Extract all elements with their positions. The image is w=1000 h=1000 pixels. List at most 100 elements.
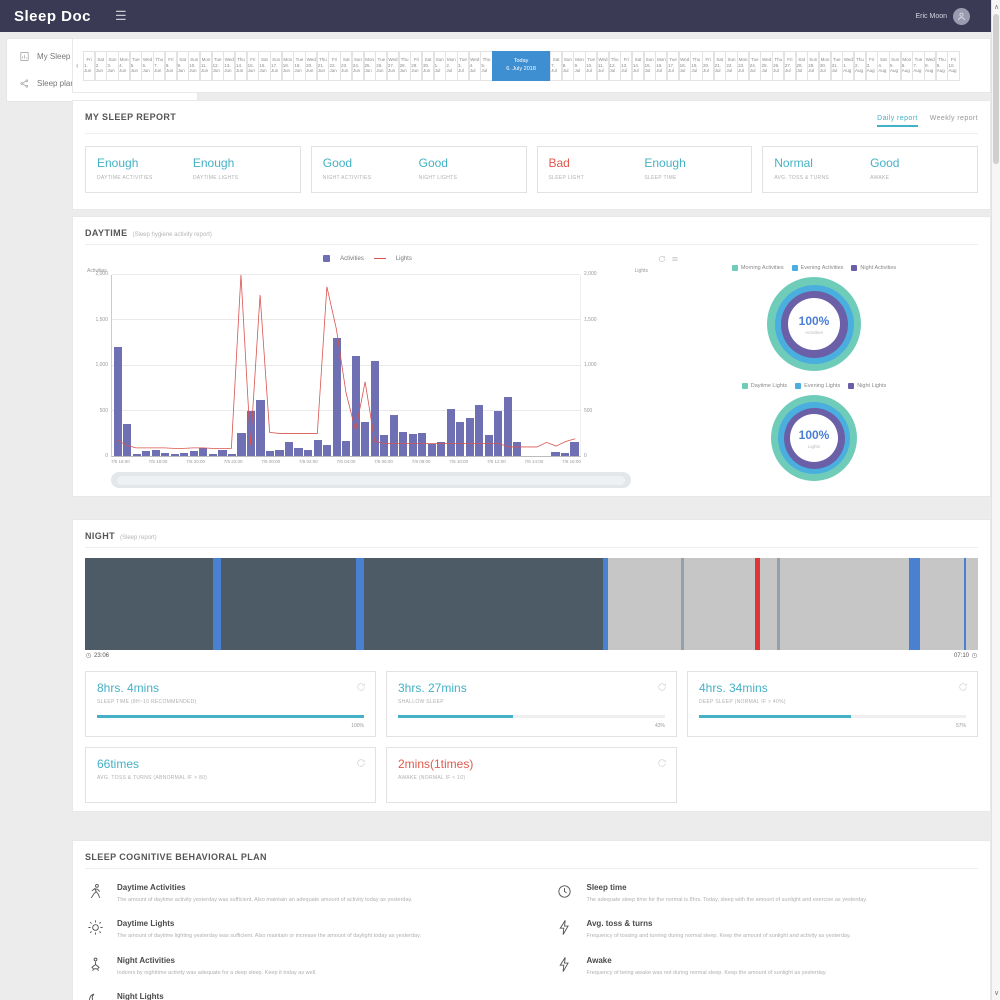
stat-card: 4hrs. 34mins DEEP SLEEP (NORMAL IF > 40%… bbox=[687, 671, 978, 737]
date-cell[interactable]: Mon 11. Jun bbox=[200, 51, 212, 81]
stat-label: SHALLOW SLEEP bbox=[398, 699, 665, 705]
date-cell[interactable]: Tue 24. Jul bbox=[749, 51, 761, 81]
date-cell[interactable]: Sat 14. Jul bbox=[632, 51, 644, 81]
app-logo[interactable]: Sleep Doc bbox=[14, 8, 91, 25]
plan-item-desc: The adequate sleep time for the normal i… bbox=[587, 896, 868, 904]
date-cell[interactable]: Wed 4. Jul bbox=[469, 51, 481, 81]
date-cell[interactable]: Fri 3. Aug bbox=[866, 51, 878, 81]
report-tab[interactable]: Daily report bbox=[877, 115, 918, 127]
date-cell[interactable]: Thu 5. Jul bbox=[480, 51, 492, 81]
date-cell[interactable]: Sat 28. Jul bbox=[796, 51, 808, 81]
date-cell[interactable]: Fri 29. Jun bbox=[410, 51, 422, 81]
date-cell[interactable]: Tue 26. Jun bbox=[375, 51, 387, 81]
refresh-icon[interactable] bbox=[958, 679, 968, 697]
scrollbar-thumb[interactable] bbox=[993, 14, 999, 164]
donut-center-sub: Activities bbox=[805, 330, 823, 335]
date-cell[interactable]: Wed 18. Jul bbox=[679, 51, 691, 81]
date-cell[interactable]: Wed 6. Jun bbox=[141, 51, 153, 81]
x-tick-label: 7/5 22:00 bbox=[224, 459, 243, 464]
date-cell[interactable]: Thu 12. Jul bbox=[609, 51, 621, 81]
date-cell-today[interactable]: Today 6. July 2018 bbox=[492, 51, 550, 81]
date-cell[interactable]: Wed 13. Jun bbox=[223, 51, 235, 81]
date-cell[interactable]: Sun 1. Jul bbox=[434, 51, 446, 81]
plan-item-desc: The amount of daytime activity yesterday… bbox=[117, 896, 412, 904]
date-cell[interactable]: Fri 22. Jun bbox=[328, 51, 340, 81]
date-cell[interactable]: Thu 7. Jun bbox=[153, 51, 165, 81]
date-cell[interactable]: Sat 7. Jul bbox=[550, 51, 562, 81]
scroll-down-icon[interactable]: ∨ bbox=[992, 989, 1000, 997]
date-cell[interactable]: Sat 4. Aug bbox=[877, 51, 889, 81]
date-cell[interactable]: Sat 23. Jun bbox=[340, 51, 352, 81]
page-scrollbar[interactable]: ∧ ∨ bbox=[991, 0, 1000, 1000]
date-cell[interactable]: Sun 8. Jul bbox=[562, 51, 574, 81]
date-cell[interactable]: Sun 29. Jul bbox=[807, 51, 819, 81]
date-cell[interactable]: Tue 17. Jul bbox=[667, 51, 679, 81]
date-cell[interactable]: Fri 1. Jun bbox=[83, 51, 95, 81]
date-cell[interactable]: Sun 22. Jul bbox=[725, 51, 737, 81]
date-cell[interactable]: Mon 16. Jul bbox=[655, 51, 667, 81]
date-cell[interactable]: Fri 27. Jul bbox=[784, 51, 796, 81]
date-cell[interactable]: Sun 17. Jun bbox=[270, 51, 282, 81]
date-cell[interactable]: Mon 9. Jul bbox=[573, 51, 585, 81]
refresh-icon[interactable] bbox=[657, 755, 667, 773]
date-cell[interactable]: Tue 5. Jun bbox=[130, 51, 142, 81]
date-cell[interactable]: Sat 21. Jul bbox=[714, 51, 726, 81]
date-cell[interactable]: Sun 3. Jun bbox=[106, 51, 118, 81]
date-cell[interactable]: Sat 30. Jun bbox=[422, 51, 434, 81]
date-cell[interactable]: Thu 14. Jun bbox=[235, 51, 247, 81]
date-cell[interactable]: Thu 26. Jul bbox=[772, 51, 784, 81]
date-cell[interactable]: Tue 19. Jun bbox=[293, 51, 305, 81]
date-cell[interactable]: Thu 21. Jun bbox=[317, 51, 329, 81]
scroll-up-icon[interactable]: ∧ bbox=[992, 3, 1000, 11]
x-tick-label: 7/6 06:00 bbox=[374, 459, 393, 464]
date-cell[interactable]: Wed 1. Aug bbox=[842, 51, 854, 81]
date-cell[interactable]: Sun 10. Jun bbox=[188, 51, 200, 81]
date-cell[interactable]: Thu 28. Jun bbox=[399, 51, 411, 81]
date-cell[interactable]: Thu 9. Aug bbox=[936, 51, 948, 81]
date-cell[interactable]: Sun 15. Jul bbox=[644, 51, 656, 81]
date-cell[interactable]: Fri 15. Jun bbox=[247, 51, 259, 81]
refresh-icon[interactable] bbox=[356, 755, 366, 773]
date-cell[interactable]: Wed 27. Jun bbox=[387, 51, 399, 81]
date-cell[interactable]: Sat 16. Jun bbox=[258, 51, 270, 81]
date-prev-icon[interactable]: ‹ bbox=[76, 61, 83, 70]
date-cell[interactable]: Sun 24. Jun bbox=[352, 51, 364, 81]
date-cell[interactable]: Fri 10. Aug bbox=[947, 51, 959, 81]
date-cell[interactable]: Tue 12. Jun bbox=[212, 51, 224, 81]
date-cell[interactable]: Mon 25. Jun bbox=[364, 51, 376, 81]
date-cell[interactable]: Mon 30. Jul bbox=[819, 51, 831, 81]
report-tab[interactable]: Weekly report bbox=[930, 115, 978, 127]
date-cell[interactable]: Sat 9. Jun bbox=[177, 51, 189, 81]
daytime-header: DAYTIME (Sleep hygiene activity report) bbox=[85, 225, 978, 245]
date-cell[interactable]: Tue 10. Jul bbox=[585, 51, 597, 81]
refresh-icon[interactable] bbox=[356, 679, 366, 697]
date-cell[interactable]: Tue 31. Jul bbox=[831, 51, 843, 81]
date-cell[interactable]: Fri 13. Jul bbox=[620, 51, 632, 81]
date-cell[interactable]: Mon 2. Jul bbox=[445, 51, 457, 81]
date-cell[interactable]: Thu 19. Jul bbox=[690, 51, 702, 81]
date-cell[interactable]: Mon 18. Jun bbox=[282, 51, 294, 81]
avatar[interactable] bbox=[953, 8, 970, 25]
date-cell[interactable]: Wed 11. Jul bbox=[597, 51, 609, 81]
user-menu[interactable]: Eric Moon bbox=[915, 8, 970, 25]
refresh-icon[interactable] bbox=[657, 679, 667, 697]
date-cell[interactable]: Sat 2. Jun bbox=[95, 51, 107, 81]
date-cell[interactable]: Mon 6. Aug bbox=[901, 51, 913, 81]
date-cell[interactable]: Thu 2. Aug bbox=[854, 51, 866, 81]
date-cell[interactable]: Wed 25. Jul bbox=[760, 51, 772, 81]
date-cell[interactable]: Fri 20. Jul bbox=[702, 51, 714, 81]
menu-icon[interactable] bbox=[671, 255, 679, 263]
hamburger-menu-icon[interactable]: ☰ bbox=[115, 8, 127, 24]
date-cell[interactable]: Wed 20. Jun bbox=[305, 51, 317, 81]
date-cell[interactable]: Wed 8. Aug bbox=[924, 51, 936, 81]
date-cell[interactable]: Sun 5. Aug bbox=[889, 51, 901, 81]
date-cell[interactable]: Fri 8. Jun bbox=[165, 51, 177, 81]
date-cell[interactable]: Mon 23. Jul bbox=[737, 51, 749, 81]
date-cell[interactable]: Mon 4. Jun bbox=[118, 51, 130, 81]
legend-swatch bbox=[792, 265, 798, 271]
x-tick-label: 7/5 20:00 bbox=[186, 459, 205, 464]
date-cell[interactable]: Tue 3. Jul bbox=[457, 51, 469, 81]
chart-range-slider[interactable] bbox=[111, 472, 631, 488]
refresh-icon[interactable] bbox=[658, 255, 666, 263]
date-cell[interactable]: Tue 7. Aug bbox=[912, 51, 924, 81]
